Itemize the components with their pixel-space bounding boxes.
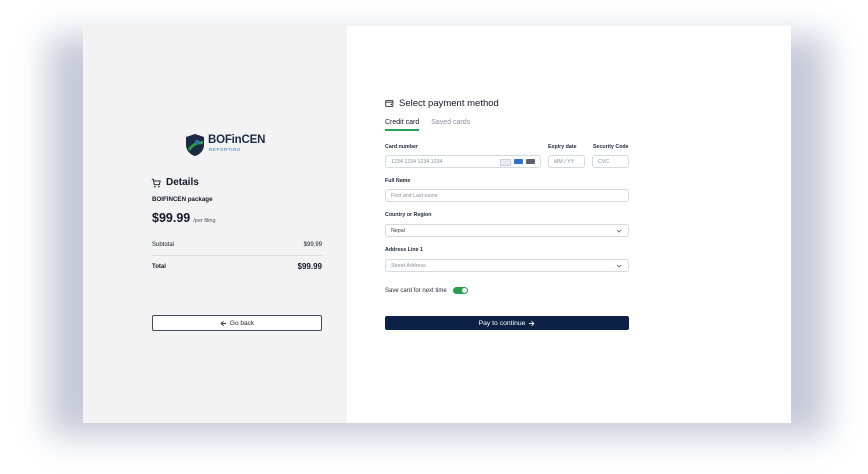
security-code-label: Security Code bbox=[593, 144, 629, 150]
payment-header: Select payment method bbox=[385, 98, 499, 109]
expiry-placeholder: MM / YY bbox=[554, 158, 575, 165]
chevron-down-icon bbox=[616, 229, 622, 233]
address-select[interactable]: Street Address bbox=[385, 259, 629, 272]
card-brand-icons bbox=[500, 159, 535, 166]
price-row: $99.99 /per filing bbox=[152, 211, 216, 225]
security-code-placeholder: CVC bbox=[598, 158, 610, 165]
cart-icon bbox=[151, 178, 161, 187]
price-amount: $99.99 bbox=[152, 211, 191, 225]
go-back-button[interactable]: Go back bbox=[152, 315, 322, 331]
checkout-card: BOFinCEN REPORTING Details BOIFINCEN pac… bbox=[83, 26, 791, 423]
save-card-row: Save card for next time bbox=[385, 287, 468, 294]
details-header: Details bbox=[151, 177, 199, 188]
amex-icon bbox=[514, 159, 523, 164]
subtotal-value: $99.99 bbox=[303, 242, 322, 248]
brand-logo: BOFinCEN REPORTING bbox=[184, 133, 266, 157]
tab-credit-card[interactable]: Credit card bbox=[385, 119, 420, 131]
shield-logo-icon bbox=[186, 134, 204, 156]
tab-saved-cards[interactable]: Saved cards bbox=[431, 119, 470, 131]
full-name-input[interactable]: First and Last name bbox=[385, 189, 629, 202]
order-summary-panel: BOFinCEN REPORTING Details BOIFINCEN pac… bbox=[83, 26, 347, 423]
chevron-down-icon bbox=[616, 264, 622, 268]
brand-name: BOFinCEN bbox=[208, 134, 266, 146]
full-name-label: Full Name bbox=[385, 178, 411, 184]
address-label: Address Line 1 bbox=[385, 247, 423, 253]
expiry-label: Expiry date bbox=[548, 144, 577, 150]
save-card-label: Save card for next time bbox=[385, 287, 447, 294]
card-number-placeholder: 1234 1234 1234 1234 bbox=[391, 158, 443, 165]
security-code-input[interactable]: CVC bbox=[592, 155, 629, 168]
summary-divider bbox=[152, 255, 322, 256]
arrow-left-icon bbox=[220, 320, 227, 326]
payment-panel: Select payment method Credit card Saved … bbox=[347, 26, 791, 423]
payment-title: Select payment method bbox=[399, 98, 499, 109]
brand-tagline: REPORTING bbox=[209, 147, 242, 152]
country-label: Country or Region bbox=[385, 212, 432, 218]
card-number-label: Card number bbox=[385, 144, 418, 150]
go-back-label: Go back bbox=[229, 319, 255, 327]
pay-to-continue-button[interactable]: Pay to continue bbox=[385, 316, 629, 330]
country-select[interactable]: Nepal bbox=[385, 224, 629, 237]
expiry-input[interactable]: MM / YY bbox=[548, 155, 585, 168]
country-value: Nepal bbox=[391, 227, 405, 234]
card-number-input[interactable]: 1234 1234 1234 1234 bbox=[385, 155, 541, 168]
package-name: BOIFINCEN package bbox=[152, 196, 213, 203]
payment-tabs: Credit card Saved cards bbox=[385, 119, 470, 131]
visa-icon bbox=[500, 159, 511, 166]
address-placeholder: Street Address bbox=[391, 262, 426, 269]
details-title: Details bbox=[166, 177, 199, 188]
wallet-icon bbox=[385, 99, 394, 108]
full-name-placeholder: First and Last name bbox=[391, 192, 438, 199]
subtotal-row: Subtotal $99.99 bbox=[152, 242, 322, 248]
subtotal-label: Subtotal bbox=[152, 242, 175, 248]
save-card-toggle[interactable] bbox=[452, 287, 468, 294]
mastercard-icon bbox=[526, 159, 535, 164]
toggle-knob bbox=[461, 288, 467, 293]
price-suffix: /per filing bbox=[193, 218, 216, 224]
total-value: $99.99 bbox=[297, 262, 322, 271]
total-row: Total $99.99 bbox=[152, 262, 322, 271]
total-label: Total bbox=[152, 263, 166, 270]
arrow-right-icon bbox=[529, 320, 535, 326]
pay-label: Pay to continue bbox=[478, 319, 526, 327]
